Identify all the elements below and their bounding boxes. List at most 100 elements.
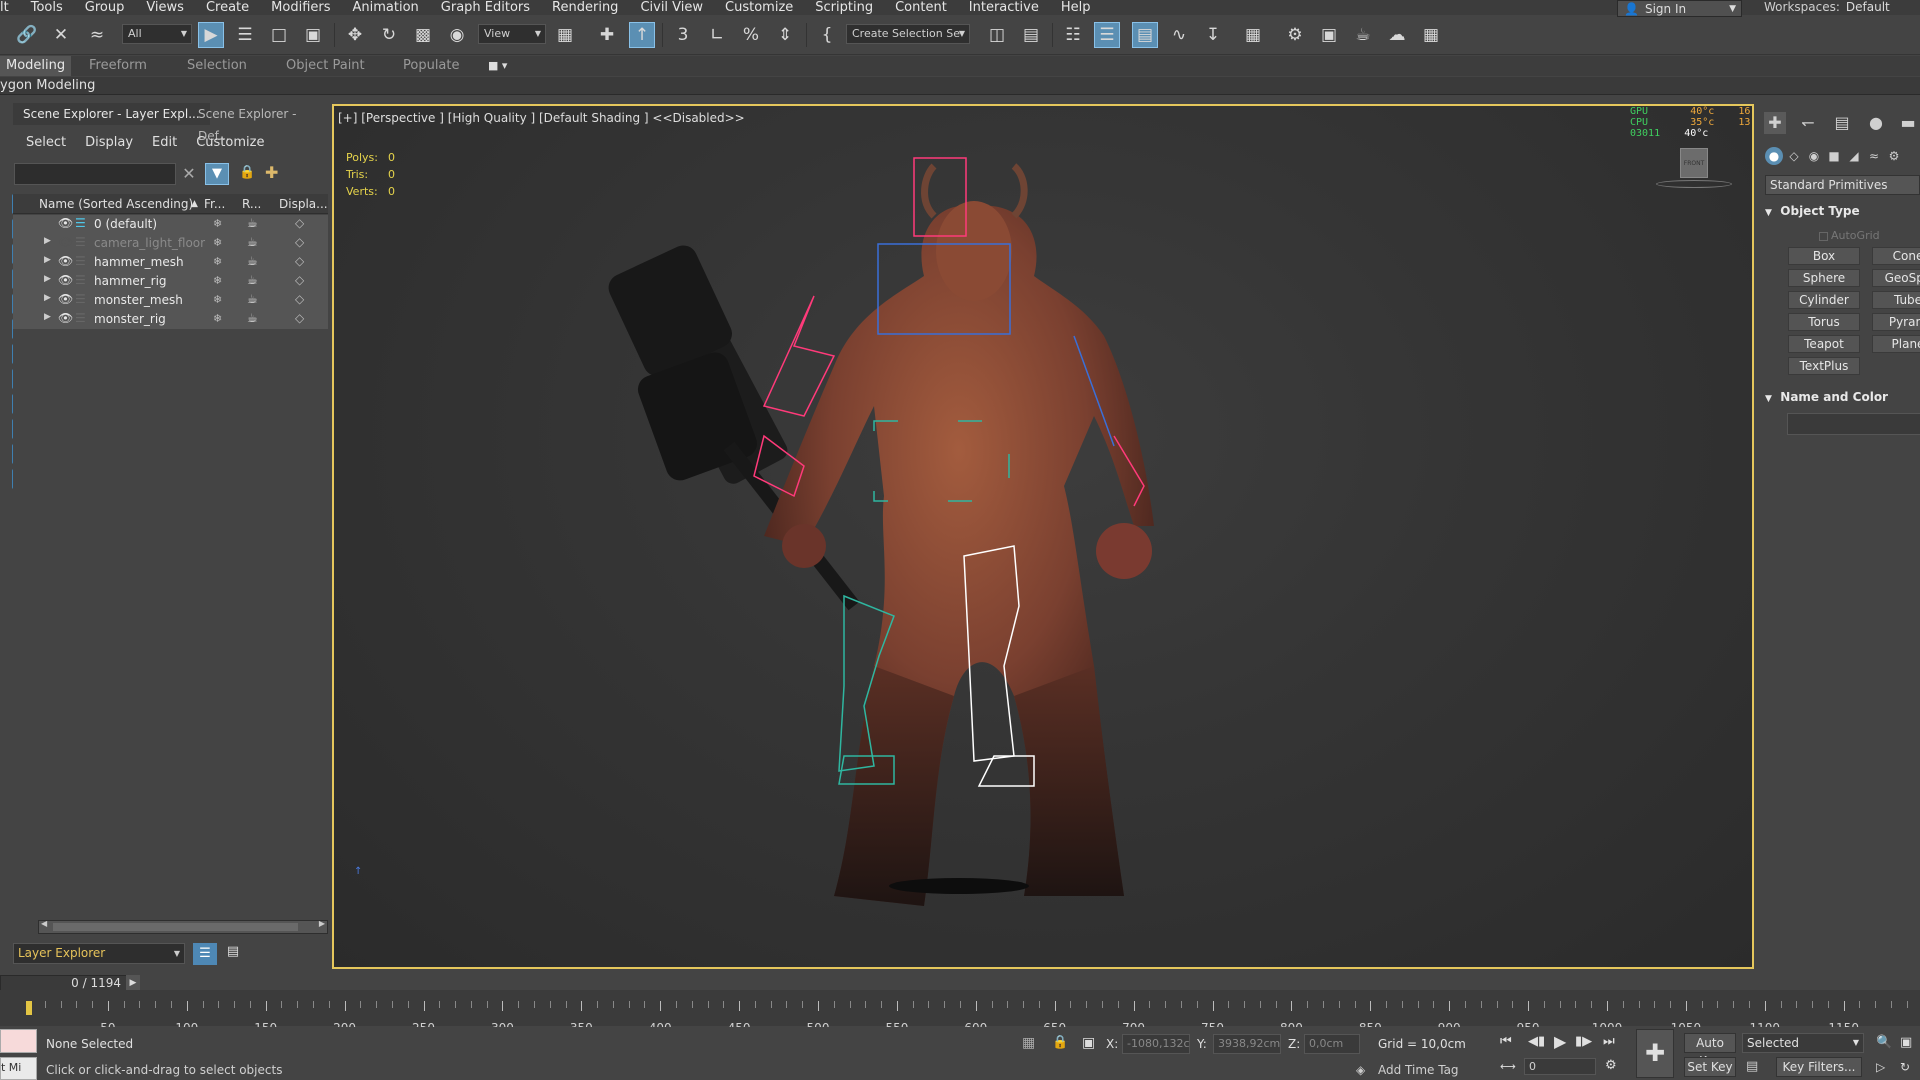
shapes-icon[interactable]: ◇ [1785, 147, 1803, 165]
menu-group[interactable]: Group [74, 0, 136, 15]
tab-default-explorer[interactable]: Scene Explorer - Def... [188, 103, 328, 143]
freeze-icon[interactable]: ❄ [213, 255, 222, 268]
absolute-mode-icon[interactable]: ▣ [1082, 1035, 1095, 1051]
column-name[interactable]: Name (Sorted Ascending) [39, 197, 193, 211]
freeze-icon[interactable]: ❄ [213, 274, 222, 287]
menu-rendering[interactable]: Rendering [541, 0, 629, 15]
freeze-icon[interactable]: ❄ [213, 236, 222, 249]
display-box-icon[interactable]: ◇ [295, 311, 304, 325]
create-panel-icon[interactable]: ✚ [1764, 112, 1786, 134]
tab-populate[interactable]: Populate [403, 56, 460, 76]
layer-row[interactable]: 👁 ☰ 0 (default) ❄ ☕ ◇ [13, 215, 328, 234]
eye-icon[interactable]: 👁 [58, 292, 73, 306]
sort-by-hierarchy-icon[interactable]: ▤ [223, 944, 243, 964]
unlink-icon[interactable]: ✕ [48, 22, 74, 48]
scroll-right-icon[interactable]: ▶ [319, 919, 325, 928]
menu-content[interactable]: Content [884, 0, 958, 15]
tab-layer-explorer[interactable]: Scene Explorer - Layer Expl... [13, 103, 210, 125]
menu-help[interactable]: Help [1050, 0, 1102, 15]
x-coordinate-field[interactable]: -1080,132c [1122, 1034, 1190, 1054]
scroll-left-icon[interactable]: ◀ [41, 919, 47, 928]
scrollbar-thumb[interactable] [53, 923, 298, 931]
teapot-button[interactable]: Teapot [1788, 335, 1860, 353]
filter-toggle-icon[interactable]: ▼ [205, 163, 229, 185]
rotate-icon[interactable]: ↻ [376, 22, 402, 48]
display-box-icon[interactable]: ◇ [295, 292, 304, 306]
primitives-dropdown[interactable]: Standard Primitives [1765, 175, 1920, 195]
horizontal-scrollbar[interactable]: ◀ ▶ [38, 919, 328, 934]
geosphere-button[interactable]: GeoSph [1872, 269, 1920, 287]
expand-arrow-icon[interactable]: ▶ [44, 312, 51, 322]
zoom-icon[interactable]: 🔍 [1876, 1035, 1892, 1050]
previous-frame-icon[interactable]: ◀▮ [1528, 1034, 1545, 1049]
object-name-input[interactable] [1787, 413, 1920, 435]
scene-explorer-toggle-icon[interactable]: ☷ [1060, 22, 1086, 48]
play-icon[interactable]: ▶ [1554, 1032, 1566, 1051]
menu-customize[interactable]: Customize [714, 0, 804, 15]
hierarchy-panel-icon[interactable]: ▤ [1831, 112, 1853, 134]
layer-row[interactable]: ▶ 👁 ☰ hammer_mesh ❄ ☕ ◇ [13, 253, 328, 272]
helpers-icon[interactable]: ◢ [1845, 147, 1863, 165]
menu-modifiers[interactable]: Modifiers [260, 0, 341, 15]
selection-lock-icon[interactable]: 🔒 [1052, 1035, 1068, 1050]
modify-panel-icon[interactable]: ↽ [1797, 112, 1819, 134]
tab-object-paint[interactable]: Object Paint [286, 56, 365, 76]
explorer-type-dropdown[interactable]: Layer Explorer ▼ [13, 943, 185, 964]
menu-interactive[interactable]: Interactive [958, 0, 1050, 15]
key-mode-toggle-icon[interactable]: ⟷ [1500, 1060, 1516, 1073]
spinner-snap-icon[interactable]: ⇕ [772, 22, 798, 48]
menu-edit[interactable]: lt [0, 0, 20, 15]
object-type-rollout[interactable]: ▼ Object Type [1765, 201, 1860, 221]
systems-icon[interactable]: ⚙ [1885, 147, 1903, 165]
link-icon[interactable]: 🔗 [14, 22, 40, 48]
rectangular-selection-icon[interactable]: □ [266, 22, 292, 48]
schematic-view-icon[interactable]: ↧ [1200, 22, 1226, 48]
render-teapot-icon[interactable]: ☕ [247, 235, 258, 249]
render-production-icon[interactable]: ☕ [1350, 22, 1376, 48]
menu-civil-view[interactable]: Civil View [629, 0, 714, 15]
render-teapot-icon[interactable]: ☕ [247, 273, 258, 287]
tube-button[interactable]: Tube [1872, 291, 1920, 309]
torus-button[interactable]: Torus [1788, 313, 1860, 331]
toggle-ribbon-icon[interactable]: ▤ [1132, 22, 1158, 48]
zoom-all-icon[interactable]: ▣ [1900, 1035, 1912, 1050]
display-box-icon[interactable]: ◇ [295, 273, 304, 287]
sign-in-dropdown[interactable]: 👤 Sign In ▼ [1617, 0, 1742, 17]
name-and-color-rollout[interactable]: ▼ Name and Color [1765, 387, 1888, 407]
menu-scripting[interactable]: Scripting [804, 0, 884, 15]
render-teapot-icon[interactable]: ☕ [247, 216, 258, 230]
select-manipulate-icon[interactable]: ✚ [594, 22, 620, 48]
scale-icon[interactable]: ▩ [410, 22, 436, 48]
sort-by-layers-icon[interactable]: ☰ [193, 943, 217, 965]
column-freeze[interactable]: Fr... [204, 197, 225, 211]
z-coordinate-field[interactable]: 0,0cm [1304, 1034, 1360, 1054]
freeze-icon[interactable]: ❄ [213, 217, 222, 230]
lights-icon[interactable]: ◉ [1805, 147, 1823, 165]
render-teapot-icon[interactable]: ☕ [247, 254, 258, 268]
maxscript-listener[interactable] [0, 1029, 37, 1053]
textplus-button[interactable]: TextPlus [1788, 357, 1860, 375]
set-key-button[interactable]: Set Key [1684, 1057, 1736, 1077]
edit-named-selection-icon[interactable]: { [814, 22, 840, 48]
layer-row[interactable]: ▶ 👁 ☰ camera_light_floor ❄ ☕ ◇ [13, 234, 328, 253]
freeze-icon[interactable]: ❄ [213, 293, 222, 306]
plane-button[interactable]: Plane [1872, 335, 1920, 353]
keyboard-shortcut-override-icon[interactable]: ↑ [629, 22, 655, 48]
layer-row[interactable]: ▶ 👁 ☰ hammer_rig ❄ ☕ ◇ [13, 272, 328, 291]
cameras-icon[interactable]: ■ [1825, 147, 1843, 165]
expand-arrow-icon[interactable]: ▶ [44, 293, 51, 303]
add-time-tag[interactable]: Add Time Tag [1378, 1063, 1459, 1077]
go-to-start-icon[interactable]: ⏮ [1500, 1034, 1512, 1049]
time-slider-handle[interactable] [26, 1001, 32, 1015]
autogrid-checkbox[interactable]: AutoGrid [1819, 229, 1880, 242]
render-teapot-icon[interactable]: ☕ [247, 292, 258, 306]
display-panel-icon[interactable]: ▬ [1897, 112, 1919, 134]
tab-modeling[interactable]: Modeling [0, 56, 72, 76]
menu-animation[interactable]: Animation [342, 0, 430, 15]
select-by-name-icon[interactable]: ☰ [232, 22, 258, 48]
motion-panel-icon[interactable]: ● [1865, 112, 1887, 134]
maxscript-mini-listener[interactable]: t Mi [0, 1057, 37, 1080]
clear-search-icon[interactable]: ✕ [180, 165, 198, 183]
layer-explorer-icon[interactable]: ☰ [1094, 22, 1120, 48]
placement-icon[interactable]: ◉ [444, 22, 470, 48]
